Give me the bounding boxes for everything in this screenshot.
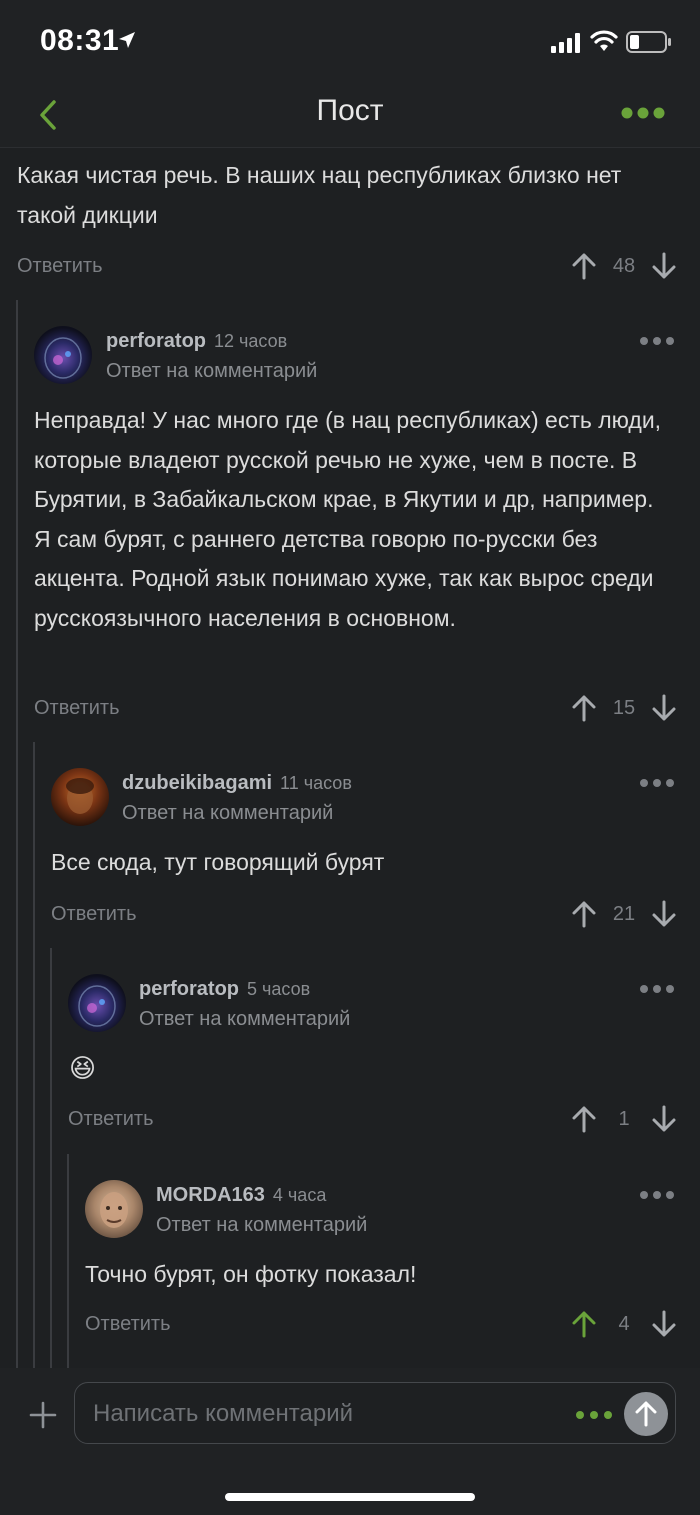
username[interactable]: dzubeikibagami 11 часов: [122, 772, 352, 795]
upvote-icon[interactable]: [571, 1105, 597, 1133]
username[interactable]: MORDA163 4 часа: [156, 1184, 326, 1207]
comment-more-icon[interactable]: [639, 336, 675, 346]
send-arrow-icon: [635, 1401, 657, 1427]
rating-count: 1: [618, 1108, 630, 1130]
comment-more-icon[interactable]: [639, 778, 675, 788]
downvote-icon[interactable]: [651, 900, 677, 928]
comment-time: 5 часов: [247, 979, 311, 999]
status-time: 08:31: [40, 24, 120, 57]
thread-line: [16, 300, 18, 1368]
comment-time: 11 часов: [280, 773, 352, 793]
reply-button[interactable]: Ответить: [17, 255, 103, 278]
comment-time: 12 часов: [214, 331, 288, 351]
avatar[interactable]: [85, 1180, 143, 1238]
downvote-icon[interactable]: [651, 1310, 677, 1338]
thread-line: [50, 948, 52, 1368]
downvote-icon[interactable]: [651, 1105, 677, 1133]
avatar[interactable]: [68, 974, 126, 1032]
reply-context[interactable]: Ответ на комментарий: [139, 1008, 350, 1031]
battery-icon: [626, 31, 671, 53]
reply-button[interactable]: Ответить: [68, 1108, 154, 1131]
comment-text: Неправда! У нас много где (в нац республ…: [34, 407, 662, 631]
rating-count: 4: [618, 1313, 630, 1335]
emoji-laughing-icon: 😆: [69, 1053, 97, 1083]
upvote-icon[interactable]: [571, 900, 597, 928]
username[interactable]: perforatop 12 часов: [106, 330, 287, 353]
home-indicator: [225, 1493, 475, 1501]
rating-count: 15: [612, 697, 636, 719]
comment-text: Какая чистая речь. В наших нац республик…: [17, 162, 622, 228]
cellular-signal-icon: [551, 33, 580, 53]
wifi-icon: [590, 30, 618, 51]
reply-context[interactable]: Ответ на комментарий: [106, 360, 317, 383]
send-button[interactable]: [624, 1392, 668, 1436]
reply-button[interactable]: Ответить: [85, 1313, 171, 1336]
location-arrow-icon: [119, 32, 135, 48]
downvote-icon[interactable]: [651, 694, 677, 722]
upvote-icon-active[interactable]: [571, 1310, 597, 1338]
downvote-icon[interactable]: [651, 252, 677, 280]
reply-context[interactable]: Ответ на комментарий: [122, 802, 333, 825]
avatar[interactable]: [34, 326, 92, 384]
reply-button[interactable]: Ответить: [34, 697, 120, 720]
avatar[interactable]: [51, 768, 109, 826]
formatting-more-icon[interactable]: [575, 1410, 613, 1420]
thread-line: [33, 742, 35, 1368]
status-bar: 08:31: [0, 0, 700, 84]
comment-input[interactable]: Написать комментарий: [74, 1382, 676, 1444]
page-title: Пост: [316, 94, 384, 127]
reply-button[interactable]: Ответить: [51, 903, 137, 926]
thread-line: [67, 1154, 69, 1368]
upvote-icon[interactable]: [571, 252, 597, 280]
upvote-icon[interactable]: [571, 694, 597, 722]
comment-input-placeholder[interactable]: Написать комментарий: [93, 1400, 353, 1428]
comment-more-icon[interactable]: [639, 984, 675, 994]
rating-count: 21: [612, 903, 636, 925]
nav-bar: Пост: [0, 84, 700, 148]
comment-time: 4 часа: [272, 1185, 327, 1205]
more-options-icon[interactable]: [620, 106, 666, 120]
rating-count: 48: [612, 255, 636, 277]
reply-context[interactable]: Ответ на комментарий: [156, 1214, 367, 1237]
comment-more-icon[interactable]: [639, 1190, 675, 1200]
comment-text: Точно бурят, он фотку показал!: [85, 1261, 417, 1287]
username[interactable]: perforatop 5 часов: [139, 978, 310, 1001]
comment-text: Все сюда, тут говорящий бурят: [51, 849, 385, 875]
add-attachment-icon[interactable]: [28, 1400, 58, 1430]
